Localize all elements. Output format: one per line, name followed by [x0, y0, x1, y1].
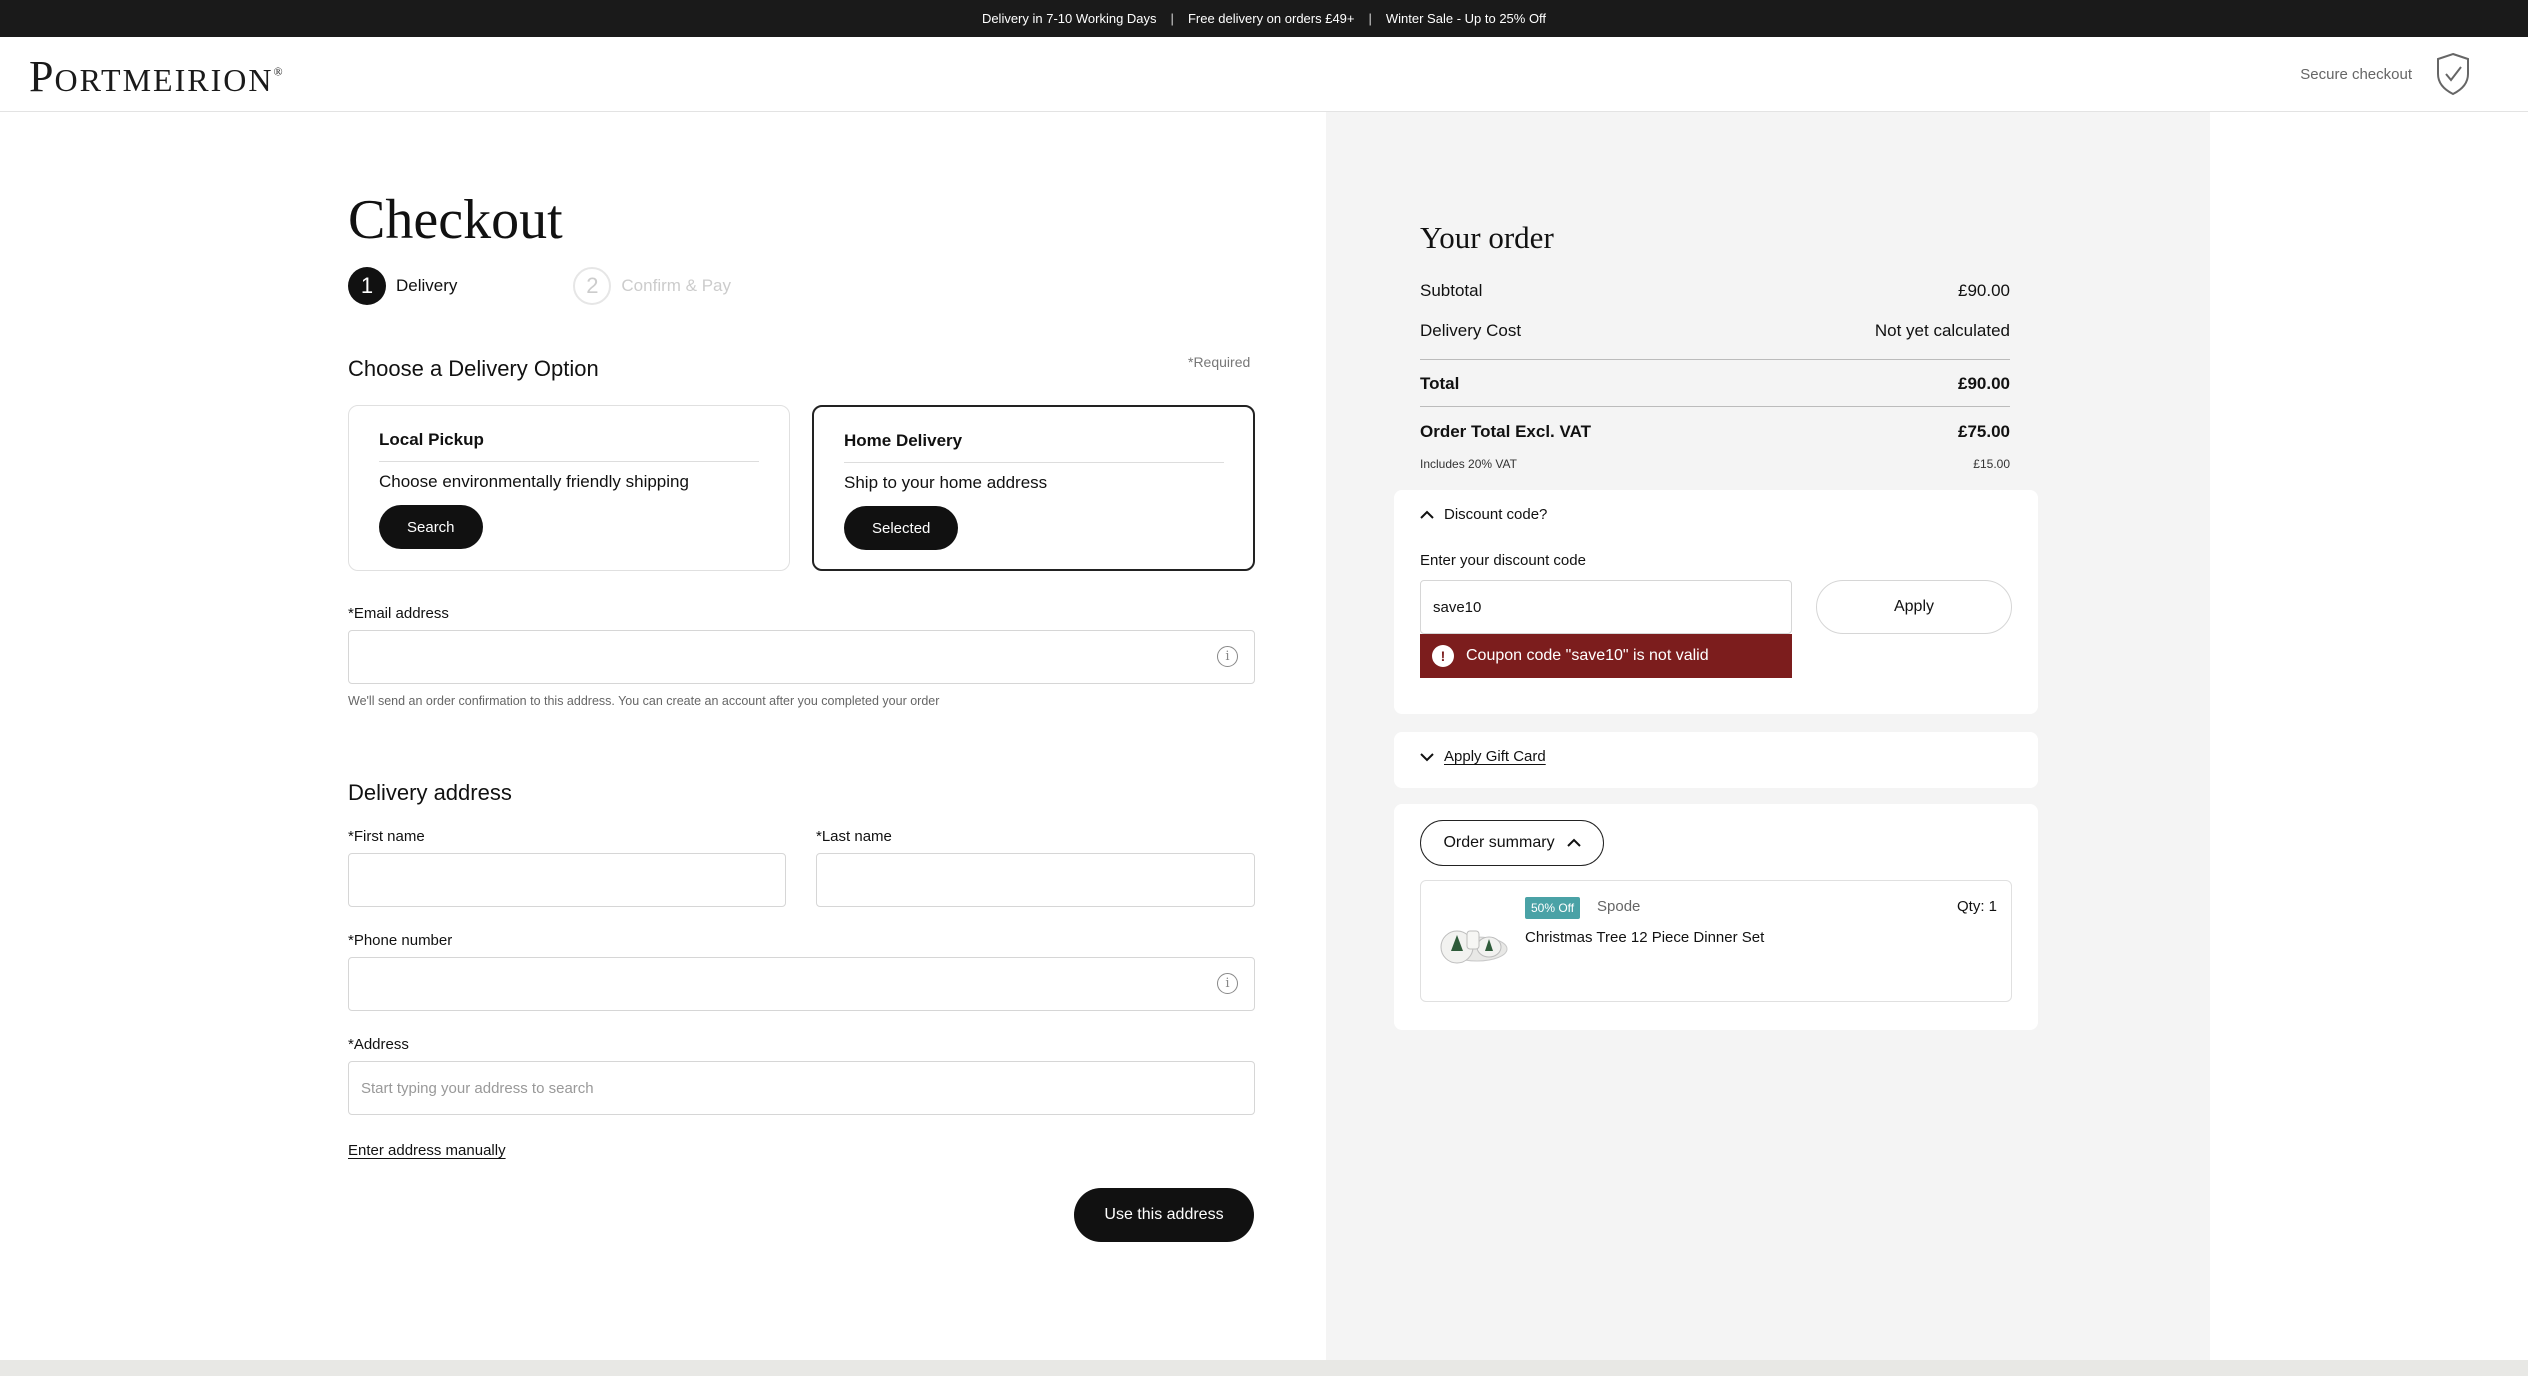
step-2-label: Confirm & Pay — [621, 276, 731, 295]
first-name-field[interactable] — [348, 853, 786, 907]
address-label: *Address — [348, 1036, 409, 1053]
checkout-steps: 1 Delivery 2 Confirm & Pay — [348, 267, 731, 305]
error-icon: ! — [1432, 645, 1454, 667]
subtotal-row: Subtotal £90.00 — [1420, 281, 2010, 301]
chevron-up-icon — [1420, 510, 1434, 519]
logo-registered-mark: ® — [273, 64, 284, 79]
announcement-bar: Delivery in 7-10 Working Days | Free del… — [0, 0, 2528, 37]
apply-discount-button[interactable]: Apply — [1816, 580, 2012, 634]
use-this-address-button[interactable]: Use this address — [1074, 1188, 1254, 1242]
announcement-sale: Winter Sale - Up to 25% Off — [1385, 11, 1547, 26]
product-thumbnail — [1440, 930, 1508, 964]
local-pickup-title: Local Pickup — [379, 430, 759, 462]
secure-checkout-label: Secure checkout — [2300, 66, 2412, 83]
last-name-field[interactable] — [816, 853, 1255, 907]
discount-error-message: ! Coupon code "save10" is not valid — [1420, 634, 1792, 678]
footer-strip — [0, 1360, 2528, 1376]
announcement-separator: | — [1170, 11, 1174, 26]
email-field[interactable] — [348, 630, 1255, 684]
home-delivery-title: Home Delivery — [844, 431, 1224, 463]
local-pickup-description: Choose environmentally friendly shipping — [379, 472, 689, 491]
order-summary-toggle[interactable]: Order summary — [1420, 820, 1604, 866]
item-name: Christmas Tree 12 Piece Dinner Set — [1525, 929, 1765, 946]
vat-value: £15.00 — [1973, 457, 2010, 471]
announcement-delivery: Delivery in 7-10 Working Days — [981, 11, 1157, 26]
item-brand: Spode — [1597, 898, 1641, 915]
logo-initial: P — [29, 52, 55, 101]
order-summary-label: Order summary — [1443, 834, 1555, 851]
excl-vat-label: Order Total Excl. VAT — [1420, 422, 1591, 441]
your-order-title: Your order — [1420, 220, 1554, 255]
gift-card-toggle[interactable]: Apply Gift Card — [1420, 748, 1546, 765]
shield-check-icon — [2437, 52, 2469, 96]
enter-address-manually-link[interactable]: Enter address manually — [348, 1142, 506, 1159]
excl-vat-row: Order Total Excl. VAT £75.00 — [1420, 422, 2010, 442]
discount-badge: 50% Off — [1525, 897, 1581, 919]
announcement-free-delivery: Free delivery on orders £49+ — [1187, 11, 1355, 26]
step-1-indicator: 1 — [348, 267, 386, 305]
vat-label: Includes 20% VAT — [1420, 457, 1517, 471]
gift-card-label: Apply Gift Card — [1444, 748, 1546, 765]
delivery-cost-label: Delivery Cost — [1420, 321, 1522, 340]
order-summary-panel: Order summary 50% Off Spode Qty: 1 Chris… — [1394, 804, 2038, 1030]
total-row: Total £90.00 — [1420, 374, 2010, 394]
email-info-icon[interactable]: i — [1217, 646, 1238, 667]
vat-row: Includes 20% VAT £15.00 — [1420, 457, 2010, 471]
total-value: £90.00 — [1958, 374, 2010, 393]
chevron-down-icon — [1420, 752, 1434, 761]
gift-card-panel: Apply Gift Card — [1394, 732, 2038, 788]
step-2-indicator: 2 — [573, 267, 612, 305]
divider — [1420, 406, 2010, 407]
total-label: Total — [1420, 374, 1460, 393]
site-header: PORTMEIRION® Secure checkout — [0, 37, 2528, 112]
page-title: Checkout — [348, 189, 563, 251]
search-pickup-button[interactable]: Search — [379, 505, 483, 549]
email-label: *Email address — [348, 605, 449, 622]
portmeirion-logo[interactable]: PORTMEIRION® — [29, 51, 284, 102]
item-quantity: Qty: 1 — [1956, 898, 1997, 915]
discount-panel: Discount code? Enter your discount code … — [1394, 490, 2038, 714]
subtotal-value: £90.00 — [1958, 281, 2010, 300]
local-pickup-card[interactable]: Local Pickup Choose environmentally frie… — [348, 405, 790, 571]
delivery-address-heading: Delivery address — [348, 780, 512, 805]
home-delivery-card[interactable]: Home Delivery Ship to your home address … — [812, 405, 1255, 571]
delivery-cost-row: Delivery Cost Not yet calculated — [1420, 321, 2010, 341]
email-hint: We'll send an order confirmation to this… — [348, 694, 940, 708]
phone-info-icon[interactable]: i — [1217, 973, 1238, 994]
phone-label: *Phone number — [348, 932, 453, 949]
delivery-option-heading: Choose a Delivery Option — [348, 356, 599, 381]
discount-error-text: Coupon code "save10" is not valid — [1466, 647, 1709, 664]
home-delivery-description: Ship to your home address — [844, 473, 1048, 492]
delivery-cost-value: Not yet calculated — [1874, 321, 2010, 340]
divider — [1420, 359, 2010, 360]
address-search-field[interactable]: Start typing your address to search — [348, 1061, 1255, 1115]
chevron-up-icon — [1566, 838, 1581, 847]
required-note: *Required — [1188, 354, 1251, 370]
discount-toggle-label: Discount code? — [1444, 506, 1548, 523]
step-1-label: Delivery — [396, 276, 458, 295]
order-item: 50% Off Spode Qty: 1 Christmas Tree 12 P… — [1420, 880, 2012, 1002]
subtotal-label: Subtotal — [1420, 281, 1483, 300]
discount-field-label: Enter your discount code — [1420, 552, 1586, 569]
home-delivery-selected-button[interactable]: Selected — [844, 506, 959, 550]
logo-rest: ORTMEIRION — [54, 62, 274, 98]
phone-field[interactable] — [348, 957, 1255, 1011]
last-name-label: *Last name — [816, 828, 892, 845]
first-name-label: *First name — [348, 828, 425, 845]
announcement-separator: | — [1368, 11, 1372, 26]
discount-toggle[interactable]: Discount code? — [1420, 506, 1547, 523]
discount-code-input[interactable]: save10 — [1420, 580, 1792, 634]
excl-vat-value: £75.00 — [1958, 422, 2010, 441]
